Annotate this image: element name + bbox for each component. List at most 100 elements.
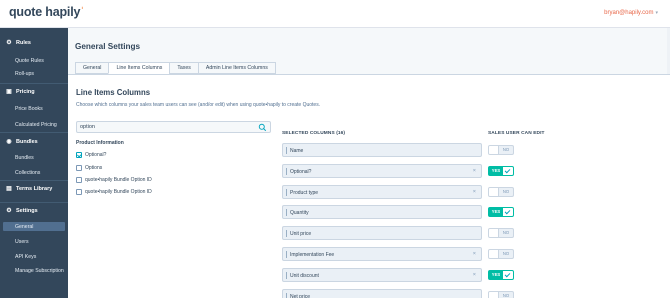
tab-admin-line-items-columns[interactable]: Admin Line Items Columns (197, 62, 276, 74)
toggle-knob (503, 167, 513, 175)
sidebar-item-price-books[interactable]: Price Books (15, 106, 43, 112)
selected-column-row[interactable]: Unit discount × (282, 268, 482, 282)
selected-columns-header: SELECTED COLUMNS (16) (282, 131, 346, 136)
drag-handle[interactable] (286, 168, 287, 175)
toggle-knob (489, 292, 499, 298)
sidebar-item-calculated-pricing[interactable]: Calculated Pricing (15, 122, 57, 128)
can-edit-toggle[interactable]: YES (488, 207, 514, 217)
sidebar-section-label[interactable]: Pricing (16, 89, 35, 95)
search-value[interactable]: option (80, 124, 95, 130)
sidebar-item-general[interactable]: General (15, 224, 33, 230)
drag-handle[interactable] (286, 209, 287, 216)
checkbox[interactable] (76, 165, 82, 171)
toggle-label: YES (491, 168, 501, 173)
drag-handle[interactable] (286, 147, 287, 154)
drag-handle[interactable] (286, 272, 287, 279)
toggle-knob (489, 188, 499, 196)
sidebar-section-label[interactable]: Bundles (16, 139, 38, 145)
column-name: Net price (290, 294, 311, 298)
pricing-icon: ▣ (6, 89, 12, 95)
sidebar-item-quote-rules[interactable]: Quote Rules (15, 58, 44, 64)
checkbox[interactable] (76, 177, 82, 183)
column-name: Product type (290, 190, 319, 196)
remove-column-icon[interactable]: × (473, 189, 476, 195)
column-name: Quantity (290, 210, 309, 216)
sidebar-divider (0, 202, 68, 203)
top-bar: quote hapilyˈ bryan@hapily.com ▾ (0, 0, 670, 28)
remove-column-icon[interactable]: × (473, 168, 476, 174)
can-edit-toggle[interactable]: YES (488, 270, 514, 280)
selected-column-row[interactable]: Net price (282, 289, 482, 298)
toggle-label: NO (502, 189, 510, 194)
sidebar-active-highlight (3, 222, 65, 231)
app-logo[interactable]: quote hapilyˈ (9, 5, 84, 19)
sidebar-item-roll-ups[interactable]: Roll-ups (15, 71, 34, 77)
toggle-knob (503, 208, 513, 216)
column-name: Unit discount (290, 273, 319, 279)
book-icon: ▤ (6, 186, 12, 192)
sidebar-section-settings[interactable]: ⚙ Settings (6, 208, 38, 214)
drag-handle[interactable] (286, 251, 287, 258)
sidebar-section-label[interactable]: Rules (16, 40, 31, 46)
option-label[interactable]: Optional? (85, 152, 106, 158)
selected-column-row[interactable]: Unit price (282, 226, 482, 240)
remove-column-icon[interactable]: × (473, 272, 476, 278)
can-edit-toggle[interactable]: NO (488, 249, 514, 259)
tab-line-items-columns[interactable]: Line Items Columns (108, 62, 170, 74)
drag-handle[interactable] (286, 230, 287, 237)
can-edit-toggle[interactable]: NO (488, 291, 514, 298)
page-title: General Settings (75, 42, 141, 51)
sidebar-section-pricing[interactable]: ▣ Pricing (6, 89, 35, 95)
selected-column-row[interactable]: Quantity (282, 205, 482, 219)
can-edit-toggle[interactable]: NO (488, 187, 514, 197)
drag-handle[interactable] (286, 189, 287, 196)
option-row[interactable]: quote•hapily Bundle Option ID (76, 177, 152, 183)
selected-column-row[interactable]: Product type × (282, 185, 482, 199)
chevron-down-icon[interactable]: ▾ (655, 10, 658, 16)
sidebar-section-bundles[interactable]: ◉ Bundles (6, 139, 38, 145)
toggle-label: NO (502, 251, 510, 256)
tab-general[interactable]: General (75, 62, 109, 74)
sidebar-item-users[interactable]: Users (15, 239, 29, 245)
bundle-icon: ◉ (6, 139, 12, 145)
sidebar-item-manage-subscription[interactable]: Manage Subscription (15, 268, 64, 274)
user-email[interactable]: bryan@hapily.com (604, 10, 653, 16)
sidebar-section-label[interactable]: Terms Library (16, 186, 52, 192)
checkbox[interactable] (76, 152, 82, 158)
can-edit-toggle[interactable]: NO (488, 228, 514, 238)
toggle-label: YES (491, 272, 501, 277)
option-row[interactable]: Options (76, 165, 102, 171)
sidebar-section-terms-library[interactable]: ▤ Terms Library (6, 186, 52, 192)
toggle-label: YES (491, 209, 501, 214)
settings-tabs: General Line Items Columns Taxes Admin L… (75, 62, 276, 74)
user-menu[interactable]: bryan@hapily.com ▾ (604, 10, 658, 16)
selected-column-row[interactable]: Optional? × (282, 164, 482, 178)
search-input[interactable]: option (76, 121, 271, 133)
option-label[interactable]: quote•hapily Bundle Option ID (85, 189, 152, 195)
drag-handle[interactable] (286, 293, 287, 298)
selected-column-row[interactable]: Implementation Fee × (282, 247, 482, 261)
tab-taxes[interactable]: Taxes (169, 62, 198, 74)
option-row[interactable]: quote•hapily Bundle Option ID (76, 189, 152, 195)
selected-column-row[interactable]: Name (282, 143, 482, 157)
checkbox[interactable] (76, 189, 82, 195)
option-row[interactable]: Optional? (76, 152, 106, 158)
search-icon[interactable] (258, 123, 267, 132)
column-name: Unit price (290, 231, 312, 237)
section-description: Choose which columns your sales team use… (76, 102, 321, 108)
option-label[interactable]: Options (85, 165, 102, 171)
sidebar-section-label[interactable]: Settings (16, 208, 38, 214)
option-label[interactable]: quote•hapily Bundle Option ID (85, 177, 152, 183)
can-edit-toggle[interactable]: YES (488, 166, 514, 176)
column-name: Name (290, 148, 304, 154)
sidebar-section-rules[interactable]: ⚙ Rules (6, 40, 31, 46)
sidebar-divider (0, 132, 68, 133)
column-name: Implementation Fee (290, 252, 335, 258)
sales-user-can-edit-header: SALES USER CAN EDIT (488, 131, 545, 136)
sidebar-item-collections[interactable]: Collections (15, 170, 40, 176)
can-edit-toggle[interactable]: NO (488, 145, 514, 155)
sidebar-item-bundles[interactable]: Bundles (15, 155, 34, 161)
product-information-label: Product Information (76, 140, 124, 146)
remove-column-icon[interactable]: × (473, 251, 476, 257)
sidebar-item-api-keys[interactable]: API Keys (15, 254, 36, 260)
